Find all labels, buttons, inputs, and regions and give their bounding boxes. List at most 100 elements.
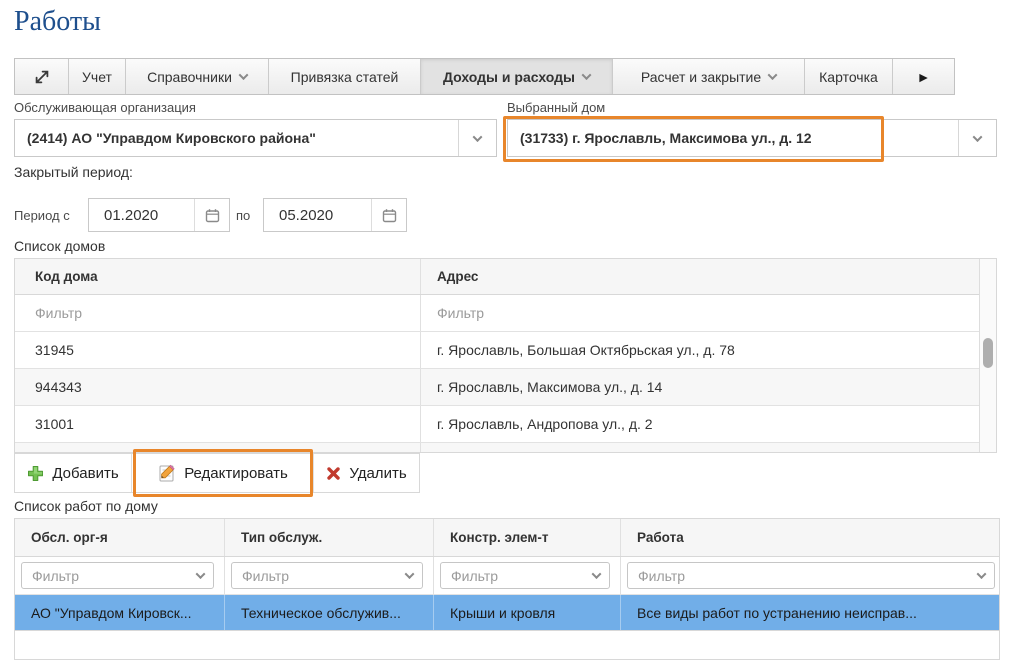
edit-button-label: Редактировать [184, 465, 288, 482]
page-title: Работы [14, 6, 101, 38]
tab-dohody-i-rashody[interactable]: Доходы и расходы [420, 59, 612, 94]
org-select-dropdown-button[interactable] [458, 120, 496, 156]
works-table-header: Обсл. орг-я Тип обслуж. Констр. элем-т Р… [15, 519, 999, 557]
org-filter-dropdown[interactable]: Фильтр [21, 562, 214, 589]
house-code-cell: 944343 [15, 369, 421, 405]
houses-table: Код дома Адрес 31945 г. Ярославль, Больш… [14, 258, 997, 453]
closed-period-label: Закрытый период: [14, 164, 133, 180]
works-table-title: Список работ по дому [14, 498, 158, 514]
house-address-cell: г. Ярославль, Андропова ул., д. 2 [421, 406, 996, 442]
green-plus-icon [27, 465, 44, 482]
calendar-icon [205, 208, 220, 223]
column-header-code: Код дома [15, 259, 421, 294]
work-element-cell: Крыши и кровля [434, 595, 621, 630]
work-name-cell: Все виды работ по устранению неисправ... [621, 595, 999, 630]
chevron-down-icon [187, 572, 213, 579]
expand-button[interactable] [15, 59, 68, 94]
address-filter-input[interactable] [437, 305, 951, 321]
chevron-down-icon [582, 70, 592, 80]
column-header-org: Обсл. орг-я [15, 519, 225, 556]
tab-label: Карточка [819, 69, 878, 85]
selected-work-row[interactable]: АО "Управдом Кировск... Техническое обсл… [15, 595, 999, 631]
filter-placeholder: Фильтр [232, 568, 396, 584]
house-code-cell: 31002 [15, 443, 421, 453]
service-type-filter-dropdown[interactable]: Фильтр [231, 562, 423, 589]
table-row[interactable]: 944343 г. Ярославль, Максимова ул., д. 1… [15, 369, 996, 406]
add-button-label: Добавить [52, 465, 118, 482]
house-select[interactable]: (31733) г. Ярославль, Максимова ул., д. … [507, 119, 997, 157]
play-triangle-icon: ► [917, 69, 931, 85]
toolbar-next-button[interactable]: ► [892, 59, 954, 94]
table-row[interactable]: 31002 г. Ярославль, Андропова ул., д. 25… [15, 443, 996, 453]
tab-label: Доходы и расходы [443, 69, 575, 85]
chevron-down-icon [238, 70, 248, 80]
tab-label: Справочники [147, 69, 232, 85]
house-address-cell: г. Ярославль, Максимова ул., д. 14 [421, 369, 996, 405]
chevron-down-icon [973, 132, 983, 142]
work-org-cell: АО "Управдом Кировск... [15, 595, 225, 630]
delete-button[interactable]: Удалить [313, 454, 419, 492]
period-from-input[interactable]: 01.2020 [88, 198, 230, 232]
column-header-address: Адрес [421, 259, 996, 294]
table-row[interactable]: 31945 г. Ярославль, Большая Октябрьская … [15, 332, 996, 369]
house-address-cell: г. Ярославль, Большая Октябрьская ул., д… [421, 332, 996, 368]
tab-uchet[interactable]: Учет [68, 59, 125, 94]
houses-action-bar: Добавить Редактировать [14, 453, 420, 493]
house-select-label: Выбранный дом [507, 100, 605, 115]
house-select-value: (31733) г. Ярославль, Максимова ул., д. … [508, 120, 958, 156]
house-select-dropdown-button[interactable] [958, 120, 996, 156]
tab-privyazka-statey[interactable]: Привязка статей [268, 59, 420, 94]
period-from-label: Период с [14, 208, 70, 223]
filter-placeholder: Фильтр [22, 568, 187, 584]
page: Работы Учет Справочники Привязка статей [0, 0, 1014, 672]
tab-label: Привязка статей [291, 69, 399, 85]
chevron-down-icon [968, 572, 994, 579]
column-header-element: Констр. элем-т [434, 519, 621, 556]
work-service-type-cell: Техническое обслужив... [225, 595, 434, 630]
period-to-input[interactable]: 05.2020 [263, 198, 407, 232]
houses-table-filter-row [15, 295, 996, 332]
table-row[interactable]: 31001 г. Ярославль, Андропова ул., д. 2 [15, 406, 996, 443]
org-select[interactable]: (2414) АО "Управдом Кировского района" [14, 119, 497, 157]
period-to-label: по [236, 208, 250, 223]
filter-placeholder: Фильтр [628, 568, 968, 584]
column-header-service-type: Тип обслуж. [225, 519, 434, 556]
calendar-icon [382, 208, 397, 223]
houses-table-header: Код дома Адрес [15, 259, 996, 295]
house-code-cell: 31945 [15, 332, 421, 368]
tab-spravochniki[interactable]: Справочники [125, 59, 268, 94]
org-select-value: (2414) АО "Управдом Кировского района" [15, 120, 458, 156]
toolbar: Учет Справочники Привязка статей Доходы … [14, 58, 955, 95]
house-code-cell: 31001 [15, 406, 421, 442]
column-header-work: Работа [621, 519, 999, 556]
works-table: Обсл. орг-я Тип обслуж. Констр. элем-т Р… [14, 518, 1000, 660]
add-button[interactable]: Добавить [15, 454, 131, 492]
chevron-down-icon [473, 132, 483, 142]
work-filter-dropdown[interactable]: Фильтр [627, 562, 995, 589]
delete-button-label: Удалить [349, 465, 406, 482]
tab-raschet-i-zakrytie[interactable]: Расчет и закрытие [612, 59, 804, 94]
org-select-label: Обслуживающая организация [14, 100, 196, 115]
house-address-cell: г. Ярославль, Андропова ул., д. 25/9 [421, 443, 996, 453]
scrollbar-thumb[interactable] [983, 338, 993, 368]
expand-diagonal-arrows-icon [33, 68, 51, 86]
chevron-down-icon [768, 70, 778, 80]
period-to-value: 05.2020 [264, 199, 371, 231]
tab-kartochka[interactable]: Карточка [804, 59, 892, 94]
calendar-picker-button[interactable] [194, 199, 229, 231]
vertical-scrollbar[interactable] [979, 259, 996, 452]
filter-placeholder: Фильтр [441, 568, 583, 584]
edit-button[interactable]: Редактировать [131, 454, 313, 492]
period-from-value: 01.2020 [89, 199, 194, 231]
red-cross-icon [326, 466, 341, 481]
houses-table-title: Список домов [14, 238, 105, 254]
chevron-down-icon [396, 572, 422, 579]
tab-label: Расчет и закрытие [641, 69, 761, 85]
chevron-down-icon [583, 572, 609, 579]
works-table-filter-row: Фильтр Фильтр Фильтр Фильтр [15, 557, 999, 595]
tab-label: Учет [82, 69, 112, 85]
code-filter-input[interactable] [35, 305, 401, 321]
calendar-picker-button[interactable] [371, 199, 406, 231]
pencil-icon [157, 464, 176, 483]
element-filter-dropdown[interactable]: Фильтр [440, 562, 610, 589]
